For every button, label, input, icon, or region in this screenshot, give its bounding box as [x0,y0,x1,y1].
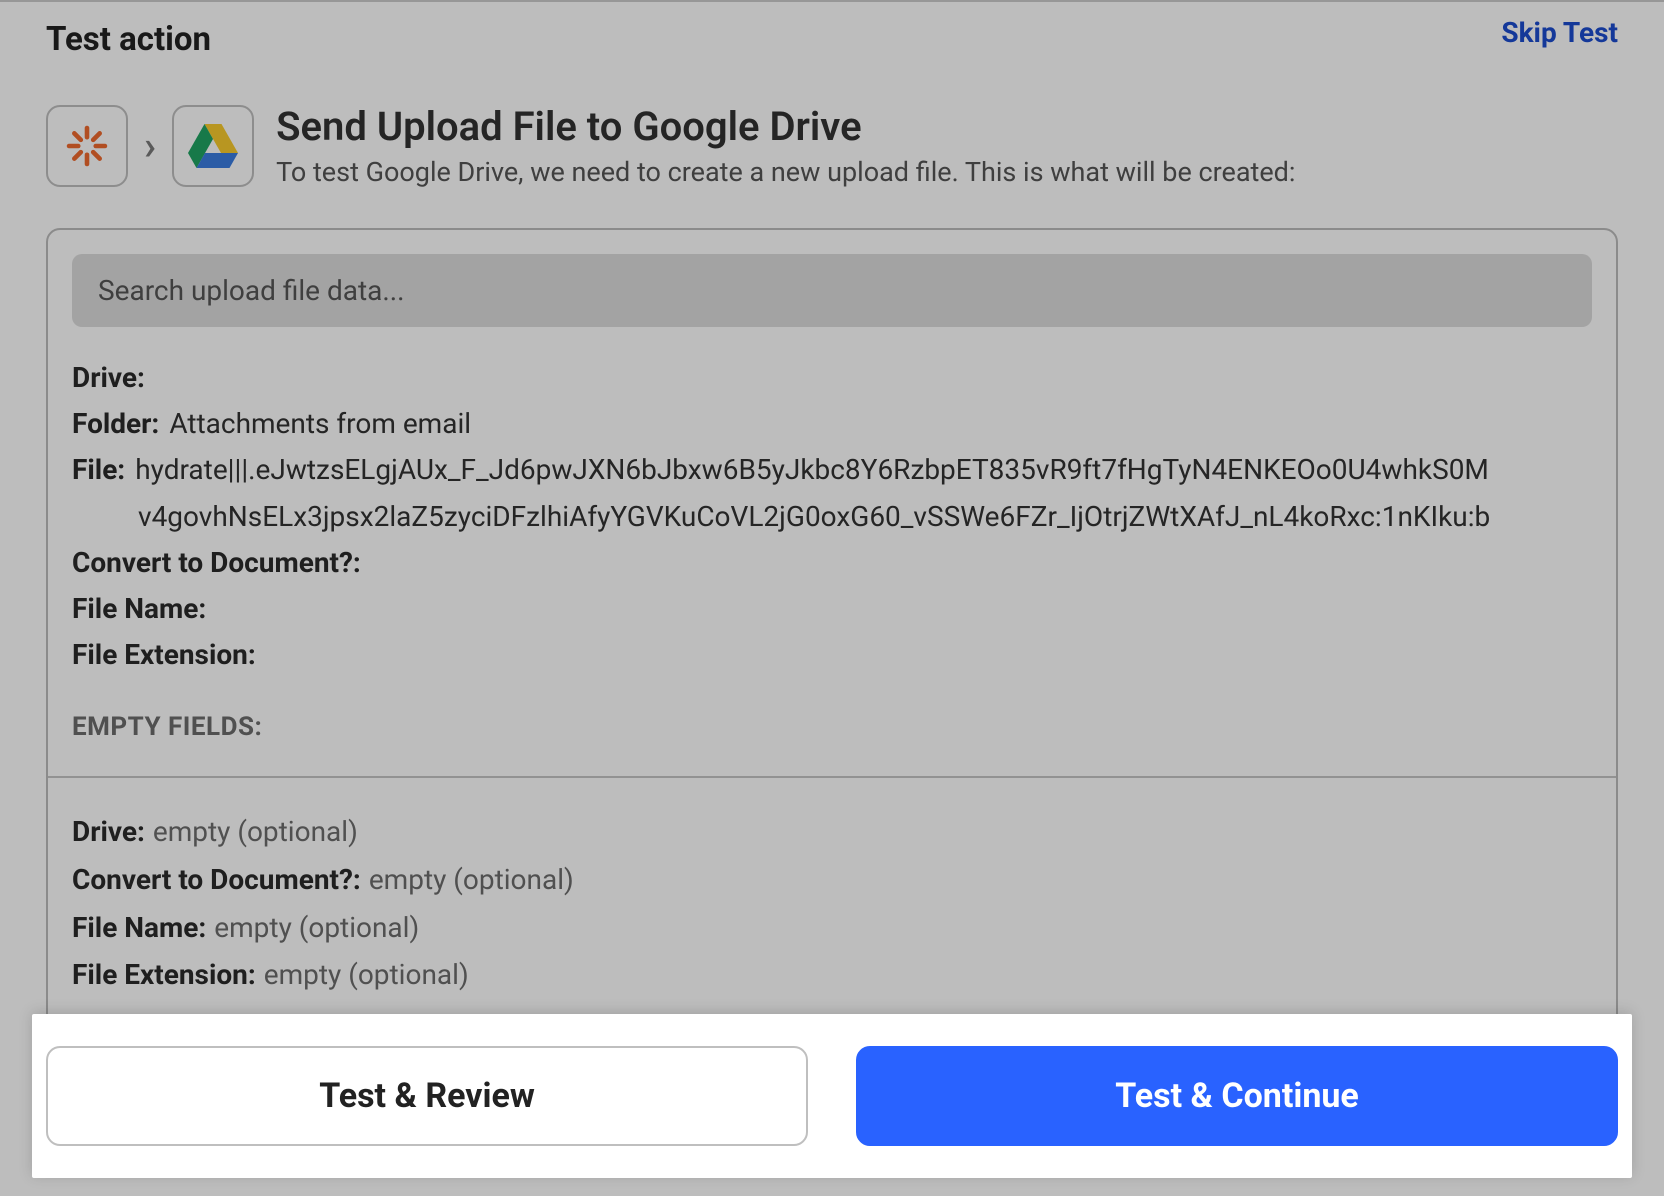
field-label: Convert to Document?: [72,540,361,586]
empty-value: empty (optional) [256,958,469,991]
chevron-right-icon: › [144,122,156,169]
action-subtitle: To test Google Drive, we need to create … [276,156,1618,188]
field-convert: Convert to Document?: [72,540,1592,586]
action-text: Send Upload File to Google Drive To test… [276,103,1618,188]
section-title: Test action [46,20,211,59]
action-header: › Send Upload File to Google Drive To te… [46,103,1618,188]
field-drive: Drive: [72,355,1592,401]
panel-header-row: Test action Skip Test [46,2,1618,59]
empty-fields-list: Drive:empty (optional) Convert to Docume… [48,778,1616,1032]
field-folder: Folder: Attachments from email [72,401,1592,447]
zapier-icon [46,105,128,187]
empty-row: File Name:empty (optional) [72,904,1592,952]
test-review-button[interactable]: Test & Review [46,1046,808,1146]
empty-label: Convert to Document?: [72,863,361,896]
empty-label: Drive: [72,815,145,848]
field-label: File: [72,447,125,493]
field-label: File Name: [72,586,206,632]
empty-value: empty (optional) [145,815,358,848]
filled-fields: Drive: Folder: Attachments from email Fi… [48,355,1616,776]
search-input[interactable]: Search upload file data... [72,254,1592,327]
skip-test-link[interactable]: Skip Test [1501,16,1618,49]
empty-row: Drive:empty (optional) [72,808,1592,856]
action-title: Send Upload File to Google Drive [276,103,1618,150]
data-card: Search upload file data... Drive: Folder… [46,228,1618,1035]
field-file-line2: v4govhNsELx3jpsx2laZ5zyciDFzlhiAfyYGVKuC… [72,494,1592,540]
field-label: Folder: [72,401,159,447]
google-drive-icon [172,105,254,187]
empty-row: Convert to Document?:empty (optional) [72,856,1592,904]
test-continue-button[interactable]: Test & Continue [856,1046,1618,1146]
field-file: File: hydrate|||.eJwtzsELgjAUx_F_Jd6pwJX… [72,447,1592,493]
empty-label: File Extension: [72,958,256,991]
empty-row: File Extension:empty (optional) [72,951,1592,999]
button-bar: Test & Review Test & Continue [32,1014,1632,1178]
field-file-name: File Name: [72,586,1592,632]
field-value: hydrate|||.eJwtzsELgjAUx_F_Jd6pwJXN6bJbx… [125,447,1489,493]
field-label: File Extension: [72,632,256,678]
field-label: Drive: [72,355,145,401]
empty-label: File Name: [72,911,206,944]
empty-value: empty (optional) [206,911,419,944]
empty-fields-heading: EMPTY FIELDS: [72,712,1592,742]
field-value: Attachments from email [159,401,471,447]
field-file-ext: File Extension: [72,632,1592,678]
empty-value: empty (optional) [361,863,574,896]
test-action-panel: Test action Skip Test › [0,0,1664,1035]
